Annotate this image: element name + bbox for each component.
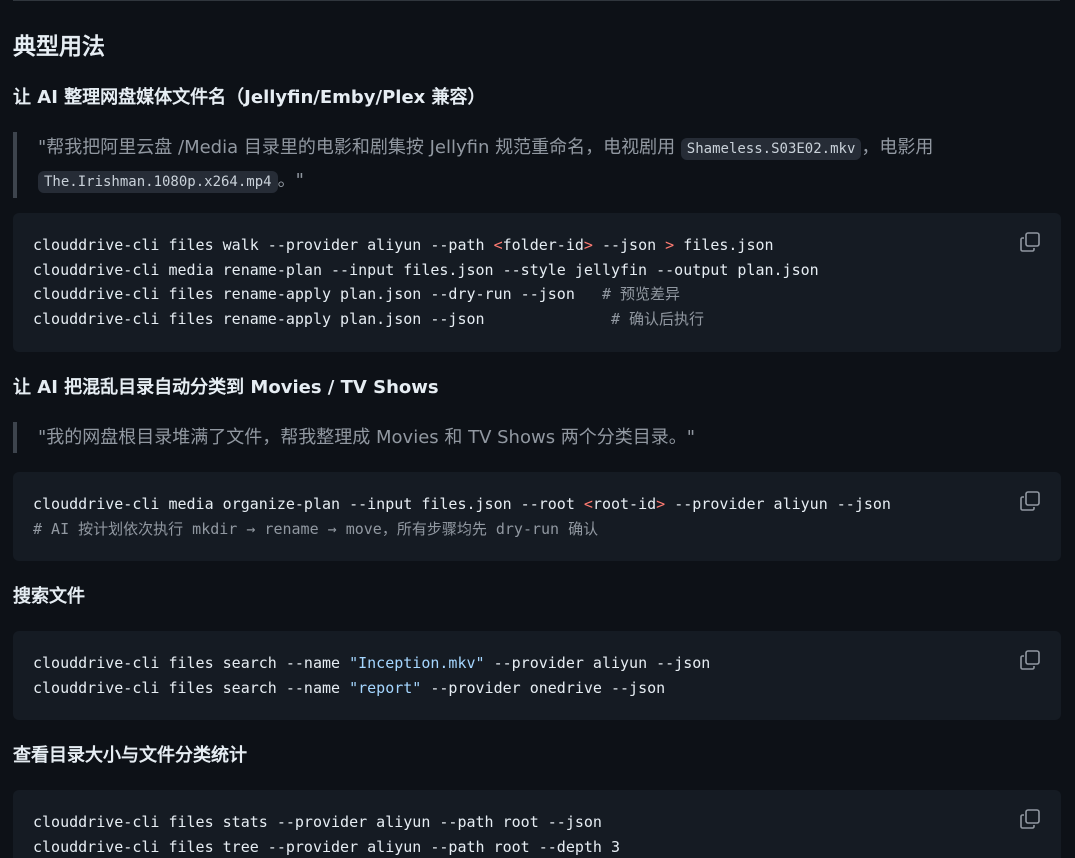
code-line: clouddrive-cli files rename-apply plan.j…	[33, 285, 681, 303]
code-line: clouddrive-cli files rename-apply plan.j…	[33, 309, 705, 328]
inline-code: Shameless.S03E02.mkv	[680, 138, 862, 160]
quote-text: "我的网盘根目录堆满了文件，帮我整理成 Movies 和 TV Shows 两个…	[38, 427, 696, 448]
code-line: clouddrive-cli files tree --provider ali…	[33, 837, 620, 856]
section-heading: 典型用法	[13, 34, 105, 60]
quote-text: ，电影用	[861, 137, 934, 158]
code-content: clouddrive-cli files walk --provider ali…	[33, 233, 1041, 331]
blockquote-organize: "我的网盘根目录堆满了文件，帮我整理成 Movies 和 TV Shows 两个…	[13, 422, 1036, 453]
subsection-title-rename: 让 AI 整理网盘媒体文件名（Jellyfin/Emby/Plex 兼容）	[13, 87, 486, 108]
code-block-organize: clouddrive-cli media organize-plan --inp…	[13, 472, 1061, 561]
code-line: clouddrive-cli files search --name "Ince…	[33, 654, 711, 672]
quote-text: 。"	[277, 170, 304, 191]
copy-icon	[1020, 809, 1040, 829]
top-divider	[13, 0, 1060, 1]
copy-icon	[1020, 232, 1040, 252]
code-line: clouddrive-cli files walk --provider ali…	[33, 236, 774, 254]
copy-icon	[1020, 650, 1040, 670]
copy-button[interactable]	[1019, 808, 1041, 830]
code-content: clouddrive-cli media organize-plan --inp…	[33, 492, 1041, 541]
subsection-title-organize: 让 AI 把混乱目录自动分类到 Movies / TV Shows	[13, 377, 439, 398]
code-block-search: clouddrive-cli files search --name "Ince…	[13, 631, 1061, 720]
copy-button[interactable]	[1019, 649, 1041, 671]
code-content: clouddrive-cli files search --name "Ince…	[33, 651, 1041, 700]
code-line: clouddrive-cli media organize-plan --inp…	[33, 495, 891, 513]
subsection-title-search: 搜索文件	[13, 586, 85, 607]
copy-button[interactable]	[1019, 231, 1041, 253]
code-line: clouddrive-cli files search --name "repo…	[33, 678, 666, 697]
code-line: clouddrive-cli files stats --provider al…	[33, 813, 602, 831]
code-content: clouddrive-cli files stats --provider al…	[33, 810, 1041, 858]
quote-text: "帮我把阿里云盘 /Media 目录里的电影和剧集按 Jellyfin 规范重命…	[38, 137, 681, 158]
copy-button[interactable]	[1019, 490, 1041, 512]
inline-code: The.Irishman.1080p.x264.mp4	[38, 171, 278, 193]
code-line: clouddrive-cli media rename-plan --input…	[33, 260, 819, 279]
code-block-rename: clouddrive-cli files walk --provider ali…	[13, 213, 1061, 352]
blockquote-rename: "帮我把阿里云盘 /Media 目录里的电影和剧集按 Jellyfin 规范重命…	[13, 132, 1036, 198]
subsection-title-stats: 查看目录大小与文件分类统计	[13, 745, 247, 766]
copy-icon	[1020, 491, 1040, 511]
code-block-stats: clouddrive-cli files stats --provider al…	[13, 790, 1061, 858]
code-line: # AI 按计划依次执行 mkdir → rename → move，所有步骤均…	[33, 519, 599, 538]
